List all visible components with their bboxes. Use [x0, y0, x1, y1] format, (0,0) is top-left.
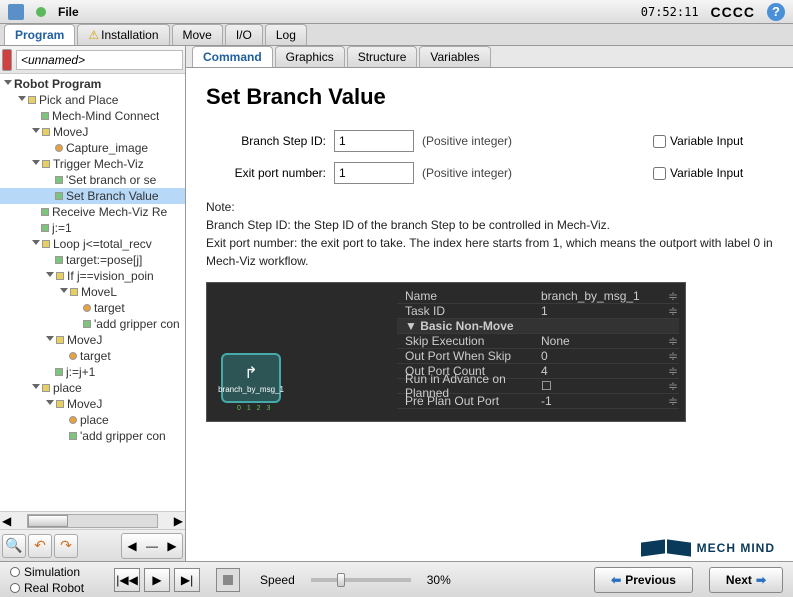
- command-title: Set Branch Value: [206, 84, 773, 110]
- viz-ports-icon: 0 1 2 3: [237, 405, 272, 412]
- program-tree-panel: Robot ProgramPick and PlaceMech-Mind Con…: [0, 46, 186, 561]
- program-name-input[interactable]: [16, 50, 183, 70]
- speed-slider[interactable]: [311, 578, 411, 582]
- exit-port-input[interactable]: [334, 162, 414, 184]
- tree-node[interactable]: If j==vision_poin: [0, 268, 185, 284]
- clock: 07:52:11: [641, 5, 699, 19]
- file-menu[interactable]: File: [58, 5, 79, 19]
- tree-node[interactable]: Trigger Mech-Viz: [0, 156, 185, 172]
- top-toolbar: File 07:52:11 CCCC ?: [0, 0, 793, 24]
- redo-button[interactable]: ↷: [54, 534, 78, 558]
- exit-port-hint: (Positive integer): [422, 166, 512, 180]
- simulation-radio[interactable]: Simulation: [10, 565, 84, 579]
- exit-port-label: Exit port number:: [206, 166, 326, 180]
- status-dot-icon: [36, 7, 46, 17]
- note-text: Note:Branch Step ID: the Step ID of the …: [206, 198, 773, 270]
- checkbox-icon[interactable]: [653, 135, 666, 148]
- real-robot-radio[interactable]: Real Robot: [10, 581, 84, 595]
- search-button[interactable]: 🔍: [2, 534, 26, 558]
- branch-step-id-hint: (Positive integer): [422, 134, 512, 148]
- subtab-variables[interactable]: Variables: [419, 46, 490, 67]
- tree-node[interactable]: j:=j+1: [0, 364, 185, 380]
- tab-installation[interactable]: ⚠Installation: [77, 24, 169, 45]
- footer-bar: Simulation Real Robot |◀◀ ▶ ▶| Speed 30%…: [0, 561, 793, 597]
- command-body: Set Branch Value Branch Step ID: (Positi…: [186, 68, 793, 561]
- exit-var-input-checkbox[interactable]: Variable Input: [653, 166, 773, 180]
- undo-button[interactable]: ↶: [28, 534, 52, 558]
- tree-node[interactable]: j:=1: [0, 220, 185, 236]
- speed-value: 30%: [427, 573, 451, 587]
- tree-node[interactable]: MoveJ: [0, 332, 185, 348]
- play-button[interactable]: ▶: [144, 568, 170, 592]
- tree-node[interactable]: MoveJ: [0, 396, 185, 412]
- mech-viz-screenshot: ↱ branch_by_msg_1 0 1 2 3 Namebranch_by_…: [206, 282, 686, 422]
- tree-node[interactable]: target: [0, 300, 185, 316]
- tree-node[interactable]: target: [0, 348, 185, 364]
- subtab-structure[interactable]: Structure: [347, 46, 418, 67]
- move-up-icon[interactable]: —: [142, 534, 162, 558]
- help-icon[interactable]: ?: [767, 3, 785, 21]
- previous-button[interactable]: ⬅Previous: [594, 567, 693, 593]
- tree-node[interactable]: Robot Program: [0, 76, 185, 92]
- tree-node[interactable]: MoveL: [0, 284, 185, 300]
- skip-fwd-button[interactable]: ▶|: [174, 568, 200, 592]
- viz-properties-table: Namebranch_by_msg_1≑Task ID1≑▼ Basic Non…: [397, 289, 679, 409]
- tree-node[interactable]: place: [0, 412, 185, 428]
- save-icon[interactable]: [2, 49, 12, 71]
- tree-nav-bar: 🔍 ↶ ↷ ◀ — ▶: [0, 529, 185, 561]
- tree-node[interactable]: MoveJ: [0, 124, 185, 140]
- tree-node[interactable]: Pick and Place: [0, 92, 185, 108]
- tree-node[interactable]: 'add gripper con: [0, 428, 185, 444]
- skip-back-button[interactable]: |◀◀: [114, 568, 140, 592]
- main-tabs: Program⚠InstallationMoveI/OLog: [0, 24, 793, 46]
- tree-node[interactable]: Capture_image: [0, 140, 185, 156]
- next-button[interactable]: Next➡: [709, 567, 783, 593]
- slider-knob-icon[interactable]: [337, 573, 345, 587]
- move-node-buttons[interactable]: ◀ — ▶: [121, 533, 183, 559]
- checkbox-icon[interactable]: [653, 167, 666, 180]
- tree-node[interactable]: 'Set branch or se: [0, 172, 185, 188]
- tab-program[interactable]: Program: [4, 24, 75, 45]
- speed-label: Speed: [260, 573, 295, 587]
- tree-node[interactable]: 'add gripper con: [0, 316, 185, 332]
- ur-logo-icon: [8, 4, 24, 20]
- tab-log[interactable]: Log: [265, 24, 307, 45]
- branch-step-id-input[interactable]: [334, 130, 414, 152]
- stop-button[interactable]: [216, 568, 240, 592]
- tree-node[interactable]: Mech-Mind Connect: [0, 108, 185, 124]
- tree-node[interactable]: Receive Mech-Viz Re: [0, 204, 185, 220]
- move-left-icon[interactable]: ◀: [122, 534, 142, 558]
- move-right-icon[interactable]: ▶: [162, 534, 182, 558]
- tab-i/o[interactable]: I/O: [225, 24, 263, 45]
- tree-hscrollbar[interactable]: ◀▶: [0, 511, 185, 529]
- subtab-graphics[interactable]: Graphics: [275, 46, 345, 67]
- tree-node[interactable]: target:=pose[j]: [0, 252, 185, 268]
- tree-node[interactable]: Set Branch Value: [0, 188, 185, 204]
- mech-mind-logo: MECH MIND: [641, 541, 775, 555]
- program-tree[interactable]: Robot ProgramPick and PlaceMech-Mind Con…: [0, 74, 185, 511]
- branch-var-input-checkbox[interactable]: Variable Input: [653, 134, 773, 148]
- command-sub-tabs: CommandGraphicsStructureVariables: [186, 46, 793, 68]
- viz-node-icon: ↱ branch_by_msg_1: [221, 353, 281, 403]
- subtab-command[interactable]: Command: [192, 46, 273, 67]
- tab-move[interactable]: Move: [172, 24, 223, 45]
- status-cccc: CCCC: [711, 4, 755, 20]
- tree-node[interactable]: Loop j<=total_recv: [0, 236, 185, 252]
- tree-node[interactable]: place: [0, 380, 185, 396]
- branch-step-id-label: Branch Step ID:: [206, 134, 326, 148]
